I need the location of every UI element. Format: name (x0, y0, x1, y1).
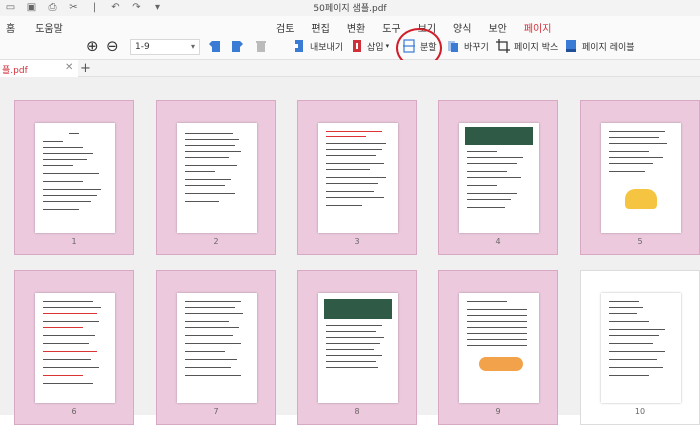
page-range-select[interactable]: 1-9 ▾ (130, 39, 200, 55)
new-tab-button[interactable]: + (80, 61, 91, 76)
page-preview (177, 123, 257, 233)
page-thumbnail[interactable]: 4 (438, 100, 558, 255)
page-thumbnail[interactable]: 3 (297, 100, 417, 255)
menu-home[interactable]: 홈 (6, 20, 15, 35)
page-label-icon (566, 40, 576, 52)
page-preview (177, 293, 257, 403)
title-bar: ▭ ▣ ⎙ ✂ | ↶ ↷ ▾ 50페이지 샘플.pdf (0, 0, 700, 16)
page-label-label: 페이지 레이블 (582, 42, 635, 53)
page-preview (35, 123, 115, 233)
zoom-out-icon: ⊖ (106, 37, 119, 55)
export-label: 내보내기 (310, 42, 344, 53)
page-preview (318, 293, 398, 403)
replace-label: 바꾸기 (464, 42, 489, 53)
page-number: 3 (354, 237, 360, 246)
page-label-button[interactable]: 페이지 레이블 (564, 39, 635, 53)
page-preview (459, 293, 539, 403)
page-box-button[interactable]: 페이지 박스 (496, 39, 558, 53)
rotate-right-button[interactable] (230, 39, 244, 53)
page-thumbnail[interactable]: 1 (14, 100, 134, 255)
export-icon (293, 40, 303, 52)
page-number: 2 (213, 237, 219, 246)
page-preview (318, 123, 398, 233)
page-preview (35, 293, 115, 403)
insert-icon (353, 40, 361, 52)
page-number: 5 (637, 237, 643, 246)
crop-icon (496, 39, 510, 53)
chevron-down-icon: ▾ (190, 42, 195, 51)
page-thumbnail-area: 1 2 3 4 5 6 7 8 9 10 (0, 77, 700, 425)
page-range-value: 1-9 (135, 42, 150, 52)
rotate-right-icon (232, 41, 243, 52)
menu-bar: 홈 도움말 검토 편집 변환 도구 보기 양식 보안 페이지 (0, 16, 700, 38)
rotate-left-button[interactable] (208, 39, 222, 53)
chevron-down-icon: ▾ (385, 42, 390, 50)
page-thumbnail[interactable] (156, 270, 276, 425)
page-thumbnail[interactable] (438, 270, 558, 425)
page-box-label: 페이지 박스 (514, 42, 559, 53)
menu-help[interactable]: 도움말 (35, 20, 63, 35)
close-icon[interactable]: ✕ (65, 62, 73, 73)
zoom-in-button[interactable]: ⊕ (86, 39, 99, 54)
page-preview (459, 123, 539, 233)
replace-button[interactable]: 바꾸기 (446, 39, 489, 53)
page-thumbnail[interactable]: 2 (156, 100, 276, 255)
document-title: 50페이지 샘플.pdf (313, 4, 387, 14)
page-thumbnail[interactable] (297, 270, 417, 425)
document-tab[interactable]: 플.pdf ✕ (0, 60, 78, 77)
trash-icon (256, 41, 266, 52)
page-number: 4 (495, 237, 501, 246)
zoom-in-icon: ⊕ (86, 37, 99, 55)
page-thumbnail[interactable] (14, 270, 134, 425)
ribbon-toolbar: ⊕ ⊖ 1-9 ▾ 내보내기 삽입 ▾ 분할 바꾸기 페이지 박스 페이지 레이… (0, 36, 700, 60)
document-tab-bar: 플.pdf ✕ + (0, 60, 700, 77)
export-button[interactable]: 내보내기 (292, 39, 343, 53)
page-preview (601, 293, 681, 403)
document-tab-label: 플.pdf (2, 66, 28, 76)
delete-page-button[interactable] (254, 39, 268, 53)
page-thumbnail[interactable] (580, 270, 700, 425)
page-thumbnail[interactable]: 5 (580, 100, 700, 255)
replace-icon (448, 41, 458, 52)
page-number: 1 (71, 237, 77, 246)
insert-button[interactable]: 삽입 ▾ (350, 39, 389, 53)
rotate-left-icon (209, 41, 220, 52)
insert-label: 삽입 (367, 42, 384, 53)
page-preview (601, 123, 681, 233)
zoom-out-button[interactable]: ⊖ (106, 39, 119, 54)
